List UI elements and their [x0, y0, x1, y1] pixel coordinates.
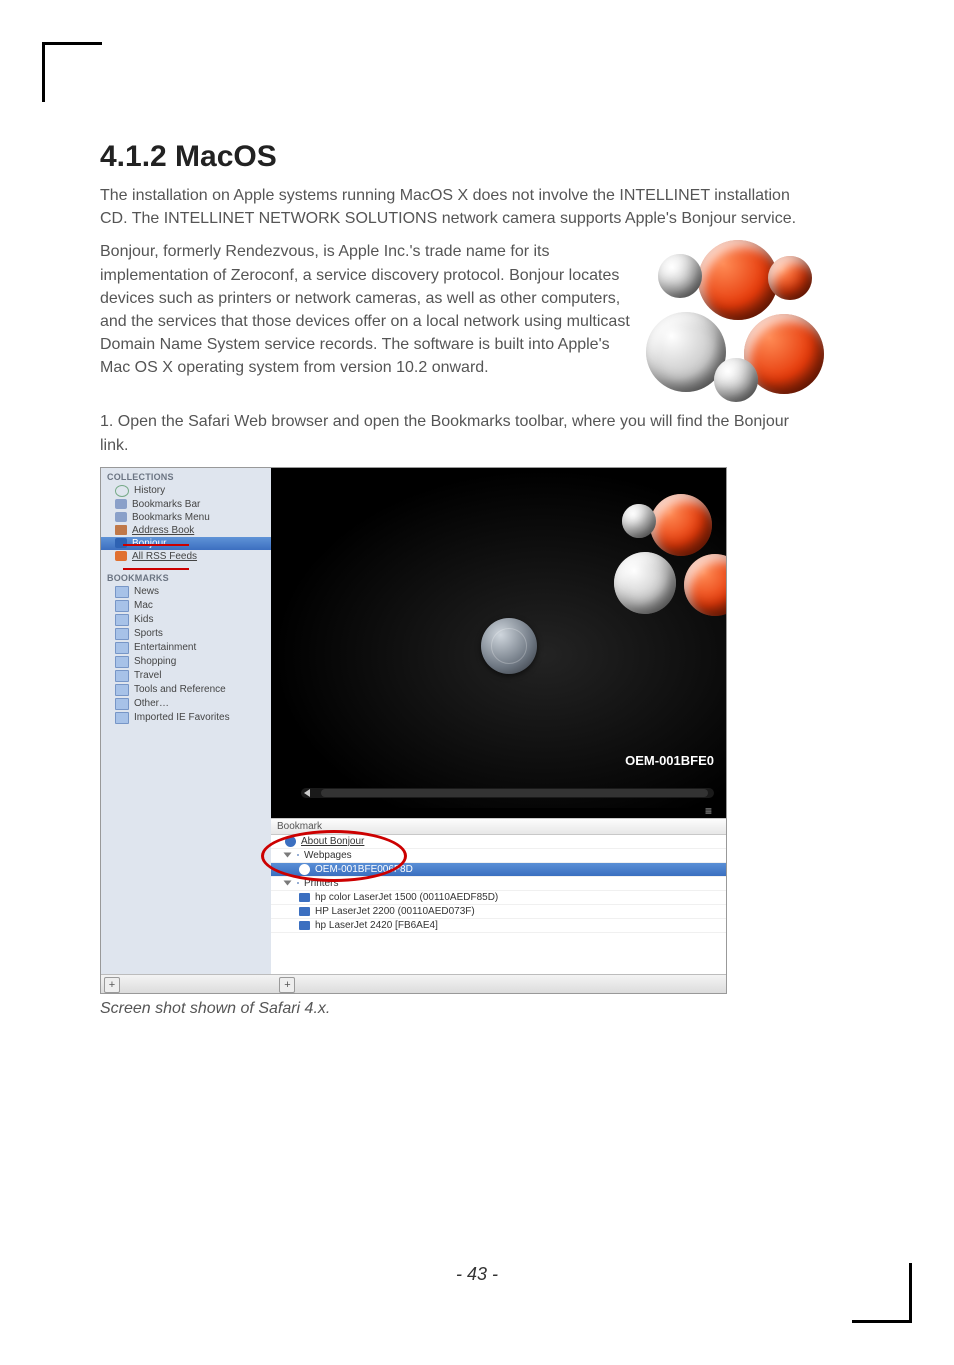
folder-icon: [297, 882, 299, 884]
folder-icon: [115, 684, 129, 696]
bonjour-logo-small: [606, 488, 726, 658]
page-content: 4.1.2 MacOS The installation on Apple sy…: [100, 140, 820, 1018]
folder-icon: [115, 614, 129, 626]
clock-icon: [115, 485, 129, 497]
sidebar-label: Entertainment: [134, 642, 196, 653]
sidebar-item-history[interactable]: History: [101, 484, 271, 498]
list-item-printer[interactable]: HP LaserJet 2200 (00110AED073F): [271, 905, 726, 919]
folder-icon: [115, 670, 129, 682]
folder-icon: [115, 656, 129, 668]
printer-icon: [299, 921, 310, 930]
step-1-text: 1. Open the Safari Web browser and open …: [100, 410, 820, 456]
sidebar-label: Address Book: [132, 525, 194, 536]
preview-title: OEM-001BFE0: [625, 753, 714, 768]
crop-mark-top-left: [42, 42, 102, 102]
red-annotation-line-top: [123, 544, 189, 546]
sidebar-label: Mac: [134, 600, 153, 611]
bonjour-logo: [650, 240, 820, 410]
list-item-printer[interactable]: hp LaserJet 2420 [FB6AE4]: [271, 919, 726, 933]
disclosure-triangle-icon: [284, 881, 292, 886]
list-label: hp LaserJet 2420 [FB6AE4]: [315, 920, 438, 931]
sidebar-item-other[interactable]: Other…: [101, 697, 271, 711]
sidebar-item-kids[interactable]: Kids: [101, 613, 271, 627]
page-number: - 43 -: [0, 1264, 954, 1285]
safari-footer-bar: + +: [101, 974, 726, 993]
sidebar-item-sports[interactable]: Sports: [101, 627, 271, 641]
sidebar-head-bookmarks: BOOKMARKS: [101, 569, 271, 585]
sidebar-label: Kids: [134, 614, 153, 625]
sidebar-item-tools[interactable]: Tools and Reference: [101, 683, 271, 697]
list-item-printer[interactable]: hp color LaserJet 1500 (00110AEDF85D): [271, 891, 726, 905]
intro-paragraph: The installation on Apple systems runnin…: [100, 184, 820, 230]
sidebar-item-address-book[interactable]: Address Book: [101, 524, 271, 537]
bookmarks-menu-icon: [115, 512, 127, 522]
sidebar-label: Travel: [134, 670, 161, 681]
resize-handle-icon[interactable]: ≡: [705, 804, 714, 818]
red-annotation-ellipse: [261, 830, 407, 882]
red-annotation-line-bottom: [123, 568, 189, 570]
screenshot-caption: Screen shot shown of Safari 4.x.: [100, 1000, 820, 1018]
sidebar-label: News: [134, 586, 159, 597]
sidebar-item-travel[interactable]: Travel: [101, 669, 271, 683]
sidebar-label: Shopping: [134, 656, 176, 667]
folder-icon: [115, 628, 129, 640]
safari-screenshot: COLLECTIONS History Bookmarks Bar Bookma…: [100, 467, 727, 994]
sidebar-label: Sports: [134, 628, 163, 639]
bookmarks-bar-icon: [115, 499, 127, 509]
rss-icon: [115, 551, 127, 561]
printer-icon: [299, 907, 310, 916]
sidebar-item-all-rss[interactable]: All RSS Feeds: [101, 550, 271, 563]
sidebar-label: Bookmarks Menu: [132, 512, 210, 523]
coverflow-preview: OEM-001BFE0 ≡: [271, 468, 726, 808]
sidebar-label: History: [134, 485, 165, 496]
document-page: 4.1.2 MacOS The installation on Apple sy…: [0, 0, 954, 1365]
sidebar-label: Tools and Reference: [134, 684, 226, 695]
sidebar-item-bookmarks-bar[interactable]: Bookmarks Bar: [101, 498, 271, 511]
sidebar-item-shopping[interactable]: Shopping: [101, 655, 271, 669]
folder-icon: [115, 586, 129, 598]
address-book-icon: [115, 525, 127, 535]
bonjour-description-block: Bonjour, formerly Rendezvous, is Apple I…: [100, 240, 820, 410]
safari-main-pane: OEM-001BFE0 ≡ Bookmark About Bonjour Web…: [271, 468, 726, 993]
add-collection-button[interactable]: +: [104, 977, 120, 993]
scroll-left-arrow-icon: [304, 789, 310, 797]
add-bookmark-button[interactable]: +: [279, 977, 295, 993]
coverflow-scrollbar[interactable]: [301, 788, 714, 798]
folder-icon: [115, 642, 129, 654]
sidebar-item-mac[interactable]: Mac: [101, 599, 271, 613]
list-label: HP LaserJet 2200 (00110AED073F): [315, 906, 475, 917]
printer-icon: [299, 893, 310, 902]
safari-sidebar: COLLECTIONS History Bookmarks Bar Bookma…: [101, 468, 272, 993]
sidebar-head-collections: COLLECTIONS: [101, 468, 271, 484]
section-heading: 4.1.2 MacOS: [100, 140, 820, 174]
sidebar-label: Bookmarks Bar: [132, 499, 200, 510]
sidebar-item-imported[interactable]: Imported IE Favorites: [101, 711, 271, 725]
sidebar-label: Other…: [134, 698, 169, 709]
folder-icon: [115, 712, 129, 724]
folder-icon: [115, 698, 129, 710]
list-label: hp color LaserJet 1500 (00110AEDF85D): [315, 892, 498, 903]
sidebar-item-bookmarks-menu[interactable]: Bookmarks Menu: [101, 511, 271, 524]
sidebar-item-entertainment[interactable]: Entertainment: [101, 641, 271, 655]
sidebar-label: Imported IE Favorites: [134, 712, 230, 723]
safari-compass-icon: [481, 618, 537, 674]
folder-icon: [115, 600, 129, 612]
scroll-track: [321, 789, 708, 797]
sidebar-label: All RSS Feeds: [132, 551, 197, 562]
sidebar-item-news[interactable]: News: [101, 585, 271, 599]
bonjour-paragraph: Bonjour, formerly Rendezvous, is Apple I…: [100, 240, 630, 379]
